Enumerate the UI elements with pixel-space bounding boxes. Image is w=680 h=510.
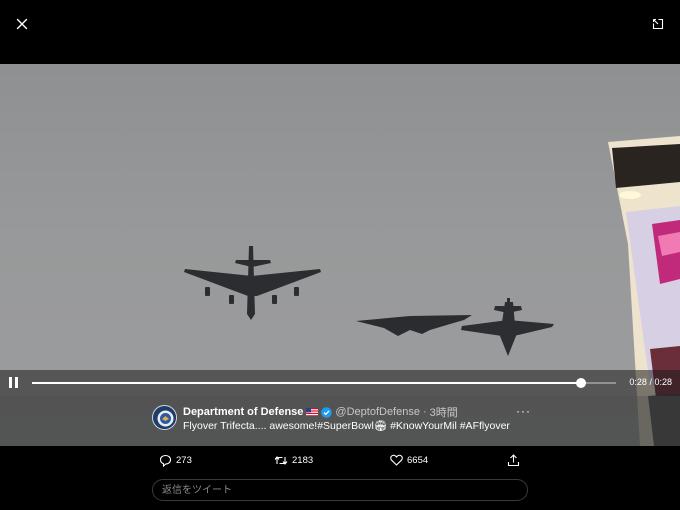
expand-icon [652, 18, 664, 30]
video-controls: 0:28 / 0:28 [0, 370, 680, 396]
time-separator: / [649, 377, 652, 387]
share-icon [507, 454, 520, 467]
progress-thumb[interactable] [575, 378, 586, 388]
heart-icon [390, 454, 403, 466]
tweet-actions: 273 2183 6654 [0, 446, 680, 478]
pause-button[interactable] [8, 377, 20, 389]
reply-box [152, 479, 528, 501]
like-count: 6654 [407, 454, 429, 466]
display-name[interactable]: Department of Defense [183, 406, 303, 418]
avatar[interactable] [152, 405, 177, 430]
dod-seal-icon [154, 407, 176, 429]
top-bar [0, 0, 680, 64]
close-button[interactable] [12, 14, 32, 34]
bomber-b1-silhouette [461, 298, 554, 356]
expand-button[interactable] [648, 14, 668, 34]
retweet-button[interactable]: 2183 [274, 454, 313, 467]
retweet-count: 2183 [292, 455, 314, 466]
reply-icon [159, 454, 172, 467]
verified-badge-icon [321, 406, 333, 418]
current-time: 0:28 [629, 377, 647, 387]
more-icon: ··· [516, 404, 531, 418]
reply-count: 273 [176, 455, 192, 466]
reply-input[interactable] [153, 480, 527, 500]
share-button[interactable] [507, 454, 520, 467]
bomber-b52-silhouette [184, 246, 321, 320]
handle[interactable]: @DeptofDefense [335, 406, 420, 418]
retweet-icon [274, 456, 288, 465]
duration: 0:28 [654, 377, 672, 387]
bomber-b2-silhouette [356, 315, 472, 336]
like-button[interactable]: 6654 [390, 454, 428, 466]
time-display: 0:28 / 0:28 [629, 377, 672, 387]
progress-fill [32, 382, 581, 384]
close-icon [16, 18, 28, 30]
us-flag-emoji [306, 408, 319, 416]
tweet-time[interactable]: 3時間 [430, 404, 458, 420]
pause-icon [9, 377, 12, 388]
more-button[interactable]: ··· [516, 404, 531, 418]
reply-button[interactable]: 273 [159, 454, 192, 467]
tweet-overlay: Department of Defense @DeptofDefense · 3… [0, 396, 680, 446]
tweet-text: Flyover Trifecta.... awesome!#SuperBowl🏟… [183, 420, 510, 432]
tweet-header: Department of Defense @DeptofDefense · 3… [183, 404, 458, 420]
progress-bar[interactable] [32, 378, 616, 388]
meta-separator: · [422, 406, 427, 418]
